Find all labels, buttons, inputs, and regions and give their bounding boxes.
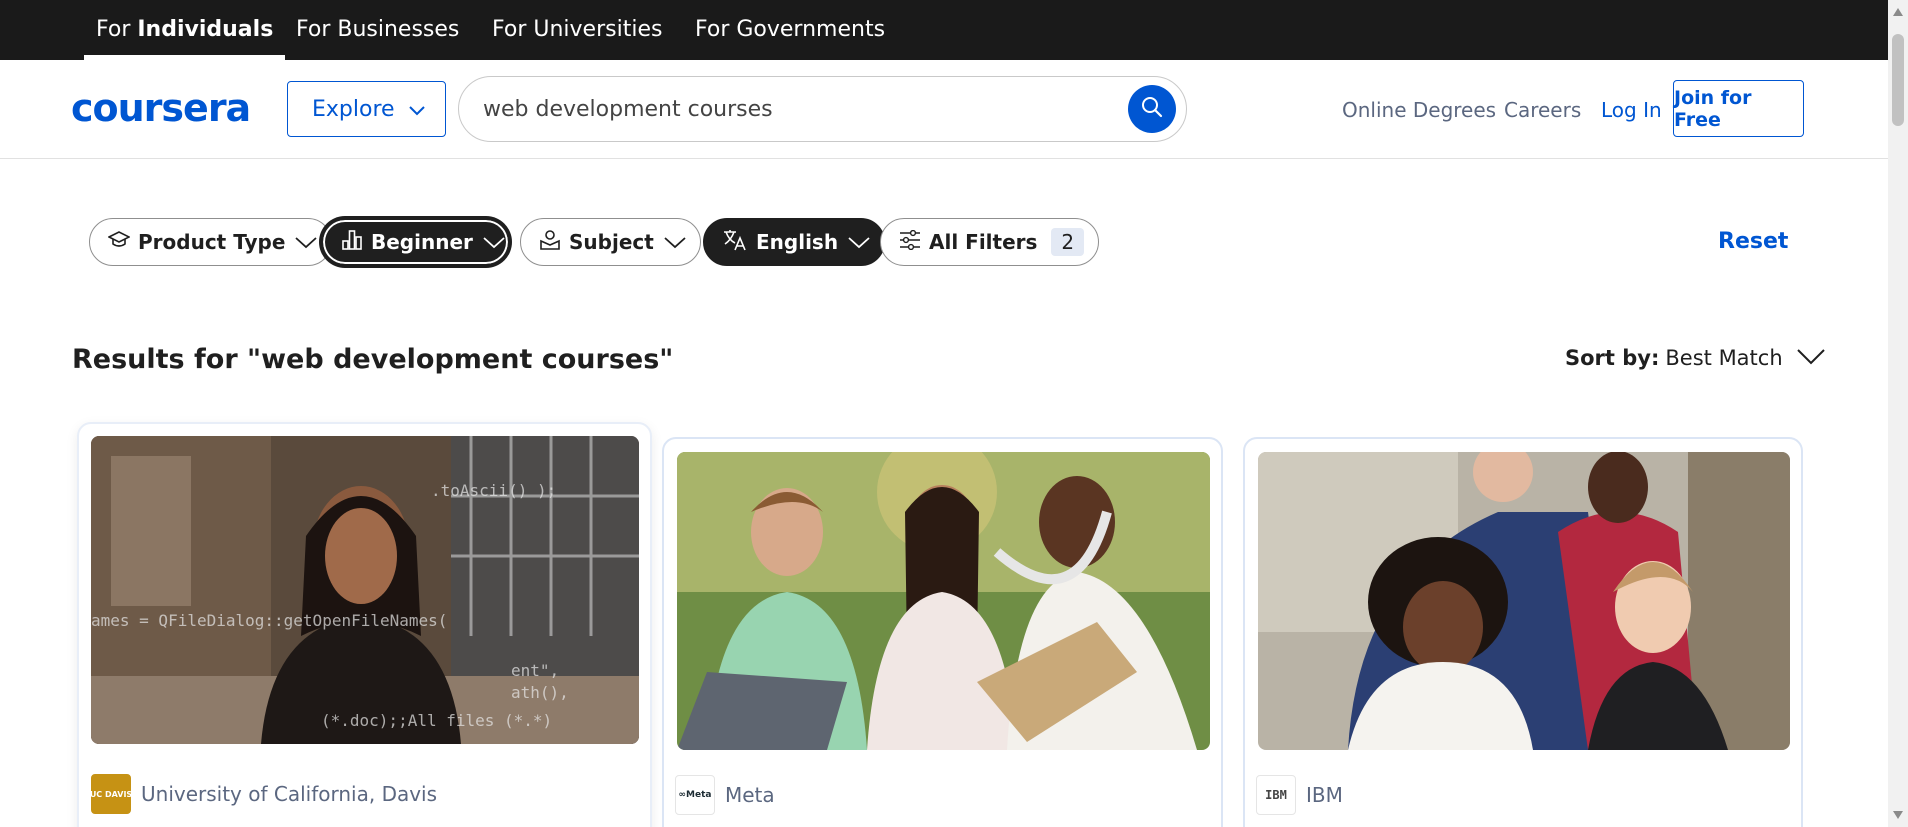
- scroll-up-arrow-icon[interactable]: [1893, 8, 1903, 16]
- scrollbar-thumb[interactable]: [1892, 34, 1904, 126]
- segment-universities[interactable]: For Universities: [492, 0, 662, 60]
- graduation-cap-icon: [107, 230, 131, 255]
- online-degrees-link[interactable]: Online Degrees: [1342, 98, 1496, 122]
- product-type-filter[interactable]: Product Type: [89, 218, 333, 266]
- course-card[interactable]: ∞Meta Meta: [662, 437, 1223, 827]
- svg-text:(*.doc);;All files (*.*): (*.doc);;All files (*.*): [321, 711, 552, 730]
- course-card[interactable]: .toAscii() ); ames = QFileDialog::getOpe…: [77, 422, 652, 827]
- course-card[interactable]: IBM IBM: [1243, 437, 1803, 827]
- explore-button[interactable]: Explore: [287, 81, 446, 137]
- explore-label: Explore: [312, 96, 395, 122]
- partner-row: ∞Meta Meta: [675, 775, 775, 815]
- svg-text:.toAscii() );: .toAscii() );: [431, 481, 556, 500]
- course-thumbnail: [1258, 452, 1790, 750]
- segment-individuals-prefix: For: [96, 17, 138, 42]
- chevron-down-icon: [848, 230, 870, 254]
- course-thumbnail: [677, 452, 1210, 750]
- segment-individuals-bold: Individuals: [137, 17, 274, 42]
- search-input[interactable]: [483, 77, 1103, 141]
- subject-filter[interactable]: Subject: [520, 218, 701, 266]
- product-type-label: Product Type: [138, 230, 286, 254]
- subject-icon: [539, 229, 561, 256]
- scroll-down-arrow-icon[interactable]: [1893, 811, 1903, 819]
- chevron-down-icon: [483, 230, 505, 254]
- language-filter[interactable]: English: [703, 218, 886, 266]
- course-thumbnail: .toAscii() ); ames = QFileDialog::getOpe…: [91, 436, 639, 744]
- search-icon: [1141, 96, 1163, 123]
- partner-name: University of California, Davis: [141, 782, 438, 806]
- svg-text:ames = QFileDialog::getOpenFil: ames = QFileDialog::getOpenFileNames(: [91, 611, 447, 630]
- segment-individuals[interactable]: For Individuals: [84, 0, 286, 60]
- search-bar: [458, 76, 1187, 142]
- subject-label: Subject: [569, 230, 654, 254]
- search-button[interactable]: [1128, 85, 1176, 133]
- segment-governments[interactable]: For Governments: [695, 0, 885, 60]
- chevron-down-icon: [1796, 346, 1825, 370]
- svg-text:ath(),: ath(),: [511, 683, 569, 702]
- chevron-down-icon: [664, 230, 686, 254]
- chevron-down-icon: [408, 97, 425, 122]
- chevron-down-icon: [295, 230, 317, 254]
- reset-filters-link[interactable]: Reset: [1718, 229, 1788, 254]
- results-title: Results for "web development courses": [72, 344, 674, 375]
- all-filters-label: All Filters: [929, 230, 1038, 254]
- audience-segment-bar: For Individuals For Businesses For Unive…: [0, 0, 1888, 60]
- coursera-logo[interactable]: coursera: [71, 86, 251, 130]
- bar-chart-icon: [341, 229, 363, 256]
- level-label: Beginner: [371, 230, 473, 254]
- join-for-free-button[interactable]: Join for Free: [1673, 80, 1804, 137]
- partner-row: IBM IBM: [1256, 775, 1343, 815]
- login-link[interactable]: Log In: [1601, 98, 1662, 122]
- partner-name: IBM: [1306, 783, 1343, 807]
- ibm-logo: IBM: [1256, 775, 1296, 815]
- partner-name: Meta: [725, 783, 775, 807]
- filter-count-badge: 2: [1051, 228, 1085, 256]
- all-filters-button[interactable]: All Filters 2: [880, 218, 1100, 266]
- partner-row: UC DAVIS University of California, Davis: [90, 774, 438, 814]
- sort-by-label: Sort by:: [1565, 346, 1660, 370]
- translate-icon: [722, 228, 748, 257]
- sort-by-value: Best Match: [1665, 346, 1783, 370]
- ucdavis-logo: UC DAVIS: [90, 774, 132, 814]
- sort-by-dropdown[interactable]: Sort by: Best Match: [1565, 346, 1825, 370]
- meta-logo: ∞Meta: [675, 775, 715, 815]
- segment-businesses[interactable]: For Businesses: [296, 0, 459, 60]
- page-scrollbar[interactable]: [1888, 0, 1908, 827]
- level-filter[interactable]: Beginner: [321, 218, 510, 266]
- sliders-icon: [899, 229, 921, 255]
- careers-link[interactable]: Careers: [1504, 98, 1581, 122]
- language-label: English: [756, 230, 839, 254]
- site-header: coursera Explore Online Degrees Careers …: [0, 60, 1888, 159]
- svg-text:ent",: ent",: [511, 661, 559, 680]
